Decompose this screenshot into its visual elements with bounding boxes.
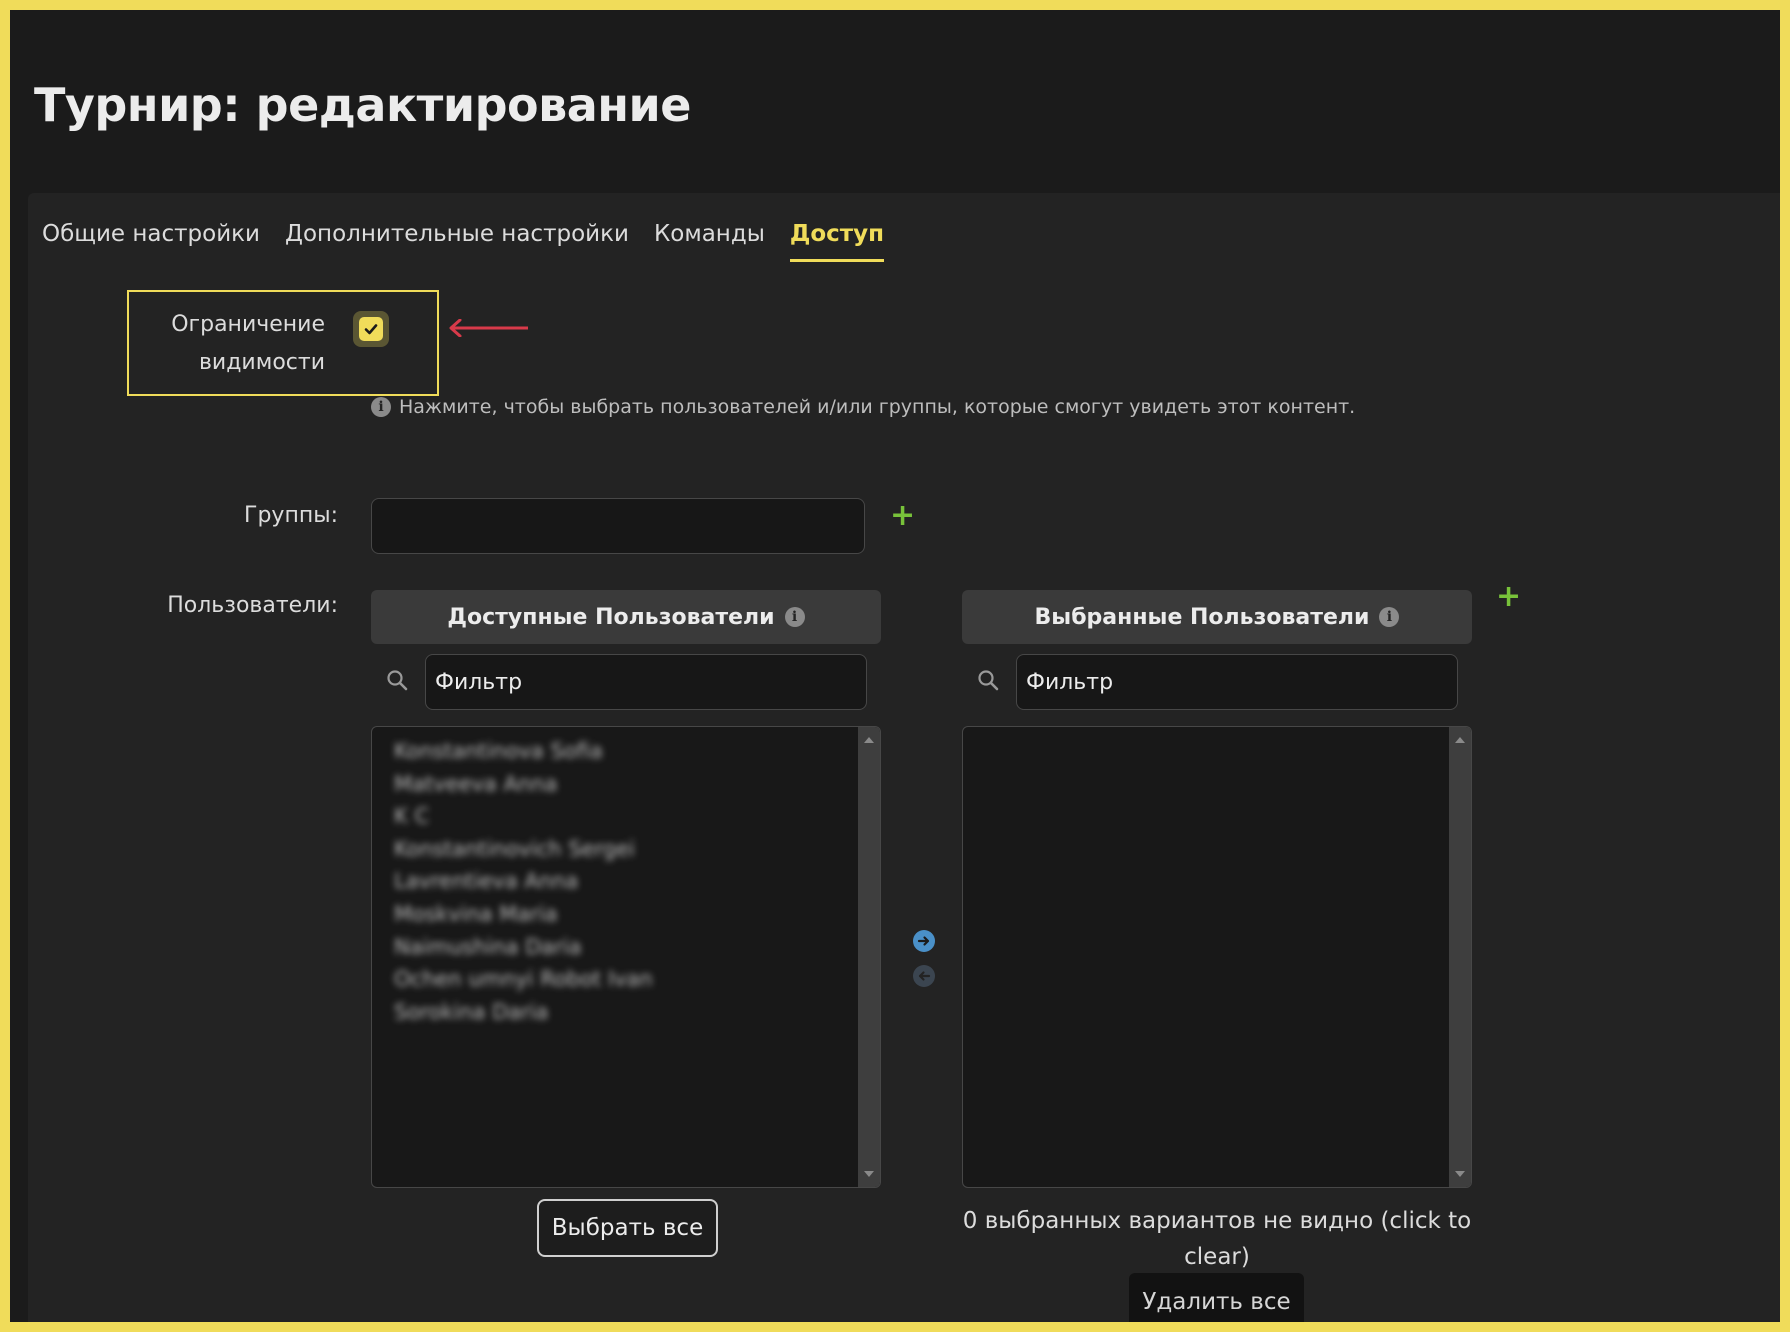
- page-title: Турнир: редактирование: [34, 78, 691, 132]
- list-item[interactable]: Ochen umnyi Robot Ivan: [372, 963, 880, 996]
- groups-input[interactable]: [371, 498, 865, 554]
- groups-label: Группы:: [244, 503, 338, 528]
- app-frame: Турнир: редактирование Общие настройки Д…: [10, 10, 1780, 1322]
- info-icon[interactable]: i: [784, 607, 805, 627]
- available-users-header-label: Доступные Пользователи: [447, 604, 775, 630]
- tab-general-settings[interactable]: Общие настройки: [42, 221, 260, 262]
- settings-panel: Общие настройки Дополнительные настройки…: [28, 193, 1780, 1322]
- visibility-restriction-checkbox[interactable]: [353, 311, 389, 347]
- scroll-down-icon[interactable]: [864, 1171, 874, 1177]
- search-icon: [978, 670, 999, 691]
- list-item[interactable]: Lavrentieva Anna: [372, 865, 880, 898]
- tab-teams[interactable]: Команды: [654, 221, 765, 262]
- remove-all-button[interactable]: Удалить все: [1129, 1273, 1304, 1322]
- list-item[interactable]: Naimushina Daria: [372, 931, 880, 964]
- scroll-up-icon[interactable]: [864, 737, 874, 743]
- search-icon: [387, 670, 408, 691]
- selected-users-filter-input[interactable]: Фильтр: [1016, 654, 1458, 710]
- visibility-restriction-highlight: Ограничение видимости: [127, 290, 439, 396]
- available-users-list[interactable]: Konstantinova Sofia Matveeva Anna K C Konst…: [371, 726, 881, 1188]
- available-users-filter-input[interactable]: Фильтр: [425, 654, 867, 710]
- available-users-header: Доступные Пользователи i: [371, 590, 881, 644]
- list-item[interactable]: K C: [372, 800, 880, 833]
- annotation-arrow-icon: [449, 319, 528, 337]
- add-group-icon[interactable]: +: [890, 498, 915, 533]
- scroll-up-icon[interactable]: [1455, 737, 1465, 743]
- remove-selected-button[interactable]: [913, 965, 935, 987]
- selected-users-filter: Фильтр: [962, 654, 1472, 726]
- available-users-filter: Фильтр: [371, 654, 881, 726]
- select-all-button[interactable]: Выбрать все: [537, 1199, 718, 1257]
- users-label: Пользователи:: [167, 593, 338, 618]
- info-icon[interactable]: i: [1379, 607, 1400, 627]
- selected-users-header: Выбранные Пользователи i: [962, 590, 1472, 644]
- tab-bar: Общие настройки Дополнительные настройки…: [42, 221, 885, 262]
- arrow-left-icon: [913, 965, 935, 987]
- visibility-hint-text: Нажмите, чтобы выбрать пользователей и/и…: [399, 396, 1356, 418]
- scrollbar[interactable]: [858, 727, 880, 1187]
- tab-access[interactable]: Доступ: [789, 221, 885, 262]
- list-item[interactable]: Matveeva Anna: [372, 768, 880, 801]
- selected-users-header-label: Выбранные Пользователи: [1034, 604, 1370, 630]
- list-item[interactable]: Konstantinova Sofia: [372, 735, 880, 768]
- arrow-right-icon: [913, 930, 935, 952]
- visibility-restriction-label: Ограничение видимости: [171, 312, 325, 375]
- scrollbar[interactable]: [1449, 727, 1471, 1187]
- scroll-down-icon[interactable]: [1455, 1171, 1465, 1177]
- selected-users-list[interactable]: [962, 726, 1472, 1188]
- info-icon: i: [371, 397, 391, 417]
- add-selected-button[interactable]: [913, 930, 935, 952]
- visibility-hint: i Нажмите, чтобы выбрать пользователей и…: [371, 396, 1355, 418]
- hidden-selected-status[interactable]: 0 выбранных вариантов не видно (click to…: [962, 1203, 1472, 1275]
- tab-additional-settings[interactable]: Дополнительные настройки: [285, 221, 629, 262]
- list-item[interactable]: Moskvina Maria: [372, 898, 880, 931]
- list-item[interactable]: Konstantinovich Sergei: [372, 833, 880, 866]
- checkmark-icon: [359, 317, 383, 341]
- available-users-column: Доступные Пользователи i Фильтр Konstant…: [371, 590, 881, 1188]
- add-user-icon[interactable]: +: [1496, 579, 1521, 614]
- selected-users-column: Выбранные Пользователи i Фильтр: [962, 590, 1472, 1188]
- list-item[interactable]: Sorokina Daria: [372, 996, 880, 1029]
